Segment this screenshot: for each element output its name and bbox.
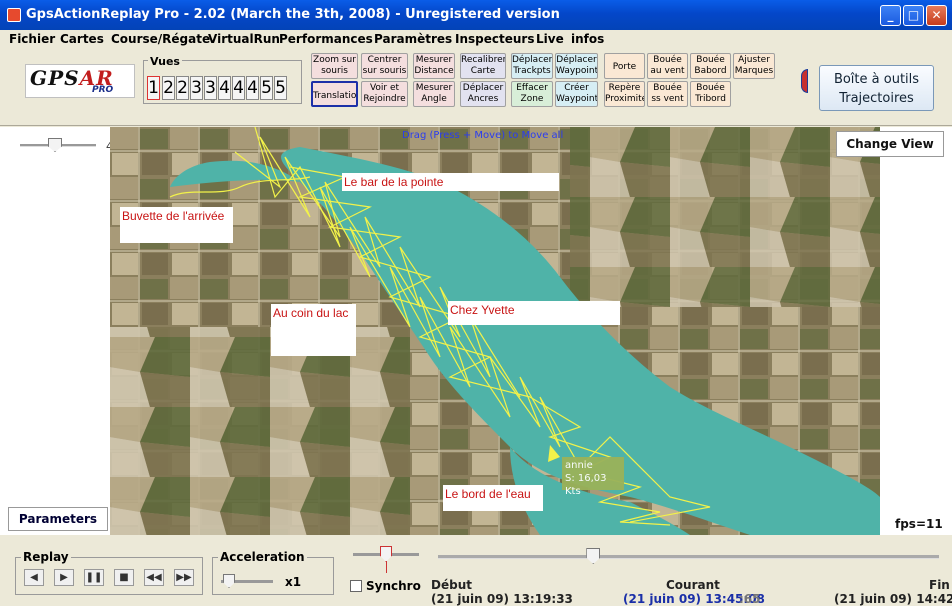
voir-et-rejoindre-button[interactable]: Voir et Rejoindre	[361, 81, 408, 107]
ajuster-marques-button[interactable]: Ajuster Marques	[733, 53, 775, 79]
vue-10[interactable]: 5	[274, 76, 287, 100]
boat-speed: S: 16,03 Kts	[565, 473, 607, 497]
logo-text-gps: GPS	[30, 66, 80, 90]
step-back-button[interactable]: ◀	[24, 569, 44, 586]
synchro-label: Synchro	[366, 579, 421, 593]
fin-label: Fin	[929, 578, 950, 592]
timeline-slider-knob[interactable]	[586, 548, 601, 564]
vue-3[interactable]: 2	[176, 76, 189, 100]
drag-hint: Drag (Press + Move) to Move all	[402, 130, 564, 141]
menu-live[interactable]: Live	[536, 32, 564, 46]
minimize-button[interactable]: _	[880, 5, 901, 26]
zoom-sur-souris-button[interactable]: Zoom sur souris	[311, 53, 358, 79]
map-label-buvette[interactable]: Buvette de l'arrivée	[120, 207, 233, 243]
synchro-checkbox[interactable]	[350, 580, 362, 592]
boite-a-outils-trajectoires-button[interactable]: Boîte à outils Trajectoires	[819, 65, 934, 111]
fin-value: (21 juin 09) 14:42:15	[834, 592, 952, 606]
fps-readout: fps=11	[895, 517, 943, 531]
deplacer-waypoint-button[interactable]: Déplacer Waypoint	[555, 53, 598, 79]
title-bar: GpsActionReplay Pro - 2.02 (March the 3t…	[0, 0, 952, 30]
map-label-coin-lac[interactable]: Au coin du lac	[271, 304, 356, 356]
vue-4[interactable]: 3	[190, 76, 203, 100]
synchro-marker	[386, 561, 387, 573]
vue-6[interactable]: 4	[218, 76, 231, 100]
menu-cartes[interactable]: Cartes	[60, 32, 104, 46]
change-view-button[interactable]: Change View	[836, 131, 944, 157]
menu-performances[interactable]: Performances	[279, 32, 373, 46]
porte-button[interactable]: Porte	[604, 53, 645, 79]
bouee-babord-button[interactable]: Bouée Babord	[690, 53, 731, 79]
maximize-button[interactable]: □	[903, 5, 924, 26]
courant-suffix: :65	[739, 592, 761, 606]
vues-label: Vues	[148, 55, 182, 68]
vue-7[interactable]: 4	[232, 76, 245, 100]
pause-button[interactable]: ❚❚	[84, 569, 104, 586]
red-marker-icon	[801, 69, 808, 93]
vue-2[interactable]: 2	[162, 76, 175, 100]
translation-button[interactable]: Translation	[311, 81, 358, 107]
debut-label: Début	[431, 578, 472, 592]
parameters-button[interactable]: Parameters	[8, 507, 108, 531]
stop-button[interactable]: ■	[114, 569, 134, 586]
deplacer-trackpts-button[interactable]: Déplacer Trackpts	[511, 53, 553, 79]
right-panel	[880, 127, 952, 535]
menu-inspecteurs[interactable]: Inspecteurs	[455, 32, 534, 46]
toolbar: GPSAR PRO Vues 1 2 2 3 3 4 4 4 5 5 Zoom …	[0, 50, 952, 126]
bouee-tribord-button[interactable]: Bouée Tribord	[690, 81, 731, 107]
window-title: GpsActionReplay Pro - 2.02 (March the 3t…	[26, 7, 560, 22]
debut-value: (21 juin 09) 13:19:33	[431, 592, 573, 606]
creer-waypoint-button[interactable]: Créer Waypoint	[555, 81, 598, 107]
close-button[interactable]: ✕	[926, 5, 947, 26]
map-label-bar-pointe[interactable]: Le bar de la pointe	[342, 173, 559, 191]
recalibrer-carte-button[interactable]: Recalibrer Carte	[460, 53, 506, 79]
acceleration-value: x1	[285, 575, 302, 589]
mesurer-distance-button[interactable]: Mesurer Distance	[413, 53, 455, 79]
menu-parametres[interactable]: Paramètres	[374, 32, 452, 46]
menu-infos[interactable]: infos	[571, 32, 604, 46]
boat-info-box: annie S: 16,03 Kts	[562, 457, 624, 497]
boat-name: annie	[565, 460, 593, 471]
bouee-ss-vent-button[interactable]: Bouée ss vent	[647, 81, 688, 107]
rewind-button[interactable]: ◀◀	[144, 569, 164, 586]
replay-label: Replay	[21, 550, 71, 564]
repere-proximite-button[interactable]: Repère Proximité	[604, 81, 645, 107]
vue-5[interactable]: 3	[204, 76, 217, 100]
map-label-bord-eau[interactable]: Le bord de l'eau	[443, 485, 543, 511]
map-view[interactable]: Drag (Press + Move) to Move all Le bar d…	[110, 127, 880, 535]
menu-fichier[interactable]: Fichier	[9, 32, 55, 46]
left-panel	[0, 127, 110, 535]
centrer-sur-souris-button[interactable]: Centrer sur souris	[361, 53, 408, 79]
acceleration-group: Acceleration x1	[212, 550, 334, 595]
effacer-zone-button[interactable]: Effacer Zone	[511, 81, 553, 107]
bottom-controls: Replay Acceleration x1 Synchro Début Cou…	[0, 535, 952, 606]
vue-8[interactable]: 4	[246, 76, 259, 100]
vue-9[interactable]: 5	[260, 76, 273, 100]
mesurer-angle-button[interactable]: Mesurer Angle	[413, 81, 455, 107]
fast-forward-button[interactable]: ▶▶	[174, 569, 194, 586]
menu-virtualrun[interactable]: VirtualRun	[208, 32, 280, 46]
bouee-au-vent-button[interactable]: Bouée au vent	[647, 53, 688, 79]
menu-course-regate[interactable]: Course/Régate	[111, 32, 210, 46]
gpsar-logo: GPSAR PRO	[25, 64, 135, 98]
menu-bar: Fichier Cartes Course/Régate VirtualRun …	[0, 30, 952, 50]
logo-text-pro: PRO	[92, 85, 114, 95]
acceleration-label: Acceleration	[218, 550, 307, 564]
timeline-slider-track[interactable]	[438, 555, 939, 559]
deplacer-ancres-button[interactable]: Déplacer Ancres	[460, 81, 506, 107]
courant-label: Courant	[666, 578, 720, 592]
play-button[interactable]: ▶	[54, 569, 74, 586]
vues-group: Vues 1 2 2 3 3 4 4 4 5 5	[143, 55, 302, 104]
java-app-icon	[7, 8, 21, 22]
vue-1[interactable]: 1	[147, 76, 160, 100]
synchro-slider-knob[interactable]	[380, 546, 392, 562]
map-label-chez-yvette[interactable]: Chez Yvette	[448, 301, 620, 325]
acceleration-slider-knob[interactable]	[223, 574, 235, 588]
